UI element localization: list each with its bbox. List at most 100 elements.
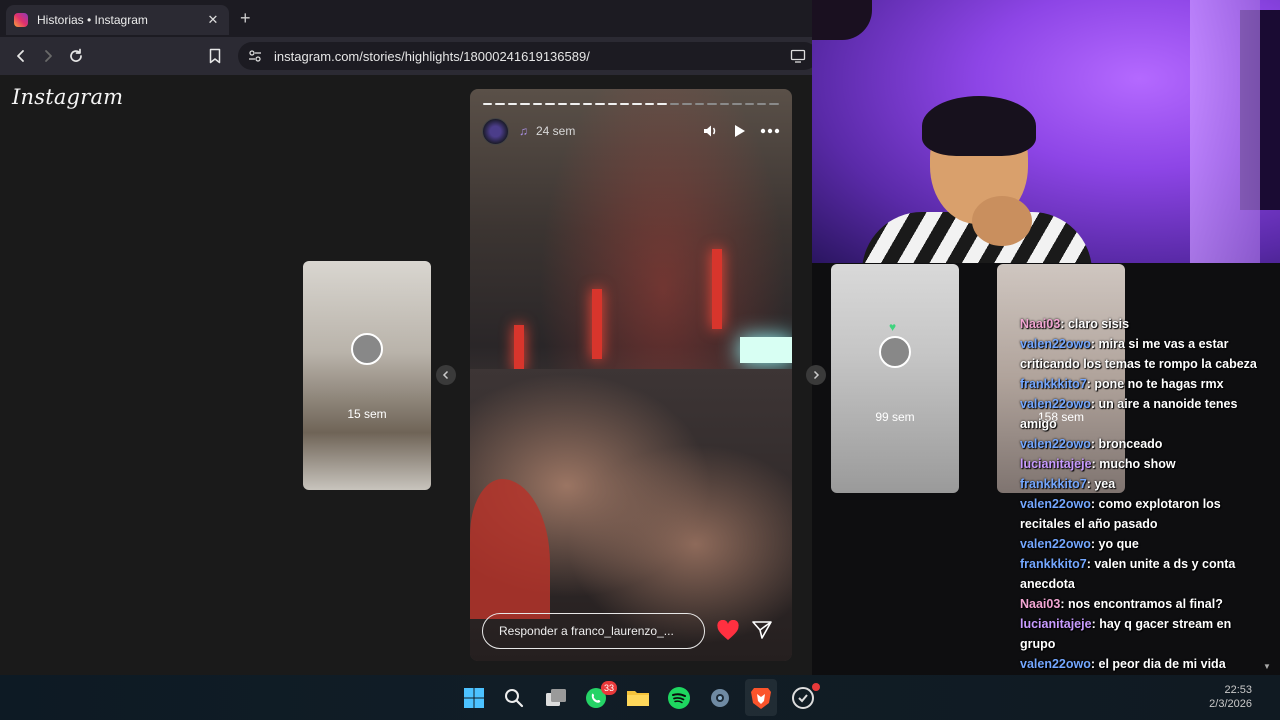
chat-username[interactable]: valen22owo (1020, 537, 1091, 551)
volume-icon[interactable] (703, 124, 719, 138)
chat-separator: : (1060, 317, 1068, 331)
chat-username[interactable]: valen22owo (1020, 337, 1091, 351)
reply-placeholder: Responder a franco_laurenzo_... (499, 624, 674, 638)
stage-light (514, 325, 524, 371)
chat-text: claro sisis (1067, 317, 1130, 331)
progress-segment (657, 103, 667, 105)
bookmark-button[interactable] (202, 43, 228, 69)
webcam-microphone (812, 0, 872, 40)
chat-separator: : (1090, 537, 1099, 551)
chat-username[interactable]: frankkkito7 (1020, 477, 1087, 491)
webcam-streamer-hand (972, 196, 1032, 246)
new-tab-button[interactable]: + (240, 8, 251, 29)
file-explorer-button[interactable] (625, 685, 651, 711)
task-view-button[interactable] (543, 685, 569, 711)
chat-message: valen22owo: yo que (1020, 534, 1270, 554)
story-avatar (351, 333, 383, 365)
story-avatar (879, 336, 911, 368)
brave-lion-icon (751, 688, 771, 709)
search-button[interactable] (501, 685, 527, 711)
chat-username[interactable]: lucianitajeje (1020, 617, 1092, 631)
current-story[interactable]: ♫ 24 sem Responder a franco_laurenzo_... (470, 89, 792, 661)
site-settings-icon[interactable] (248, 49, 262, 63)
story-time-label: 15 sem (347, 407, 387, 421)
forward-button[interactable] (35, 43, 61, 69)
settings-button[interactable] (707, 685, 733, 711)
chat-message: valen22owo: un aire a nanoide tenes amig… (1020, 394, 1270, 434)
previous-story-button[interactable] (436, 365, 456, 385)
progress-segment (545, 103, 555, 105)
tab-instagram[interactable]: Historias • Instagram ✕ (6, 5, 229, 35)
story-header: ♫ 24 sem (482, 117, 780, 145)
spotify-icon (668, 687, 690, 709)
chat-username[interactable]: valen22owo (1020, 497, 1091, 511)
spotify-button[interactable] (666, 685, 692, 711)
progress-segment (756, 103, 767, 105)
notification-app-button[interactable] (790, 683, 820, 711)
chat-message: Naai03: claro sisis (1020, 314, 1270, 334)
previous-story-card[interactable]: 15 sem (303, 261, 431, 490)
like-heart-icon[interactable] (716, 620, 740, 642)
brave-browser-button[interactable] (748, 685, 774, 711)
chat-username[interactable]: frankkkito7 (1020, 557, 1087, 571)
chat-username[interactable]: Naai03 (1020, 317, 1060, 331)
progress-segment (507, 103, 518, 105)
progress-segment (532, 103, 543, 105)
chat-message: valen22owo: mira si me vas a estar criti… (1020, 334, 1270, 374)
chat-separator: : (1090, 497, 1099, 511)
chevron-left-icon (442, 370, 449, 380)
reply-input[interactable]: Responder a franco_laurenzo_... (482, 613, 705, 649)
progress-segment (707, 103, 717, 105)
chat-username[interactable]: lucianitajeje (1020, 457, 1092, 471)
chat-text: pone no te hagas rmx (1094, 377, 1224, 391)
stage-light (712, 249, 722, 329)
story-user-avatar[interactable] (482, 117, 509, 145)
progress-segment (744, 103, 754, 105)
chat-scroll-down-icon[interactable]: ▼ (1263, 662, 1271, 671)
chat-message: frankkkito7: yea (1020, 474, 1270, 494)
progress-segment (619, 103, 630, 105)
play-icon[interactable] (733, 124, 746, 138)
chat-separator: : (1090, 437, 1099, 451)
send-direct-icon[interactable] (751, 620, 773, 640)
notification-dot (812, 683, 820, 691)
chat-text: mucho show (1099, 457, 1176, 471)
chat-text: bronceado (1098, 437, 1163, 451)
address-bar[interactable]: instagram.com/stories/highlights/1800024… (238, 42, 818, 70)
system-clock[interactable]: 22:53 2/3/2026 (1209, 683, 1252, 711)
reload-icon (70, 48, 82, 62)
cast-icon[interactable] (790, 49, 806, 63)
taskbar: 33 22:53 2/3/2026 (0, 675, 1280, 720)
progress-segment (495, 103, 505, 105)
whatsapp-button[interactable]: 33 (583, 681, 617, 711)
chat-username[interactable]: valen22owo (1020, 657, 1091, 671)
progress-segment (769, 103, 779, 105)
reload-button[interactable] (63, 43, 89, 69)
webcam-overlay (812, 0, 1280, 263)
progress-segment (520, 103, 530, 105)
next-story-card[interactable]: ♥ 99 sem (831, 264, 959, 493)
chat-message: valen22owo: como explotaron los recitale… (1020, 494, 1270, 534)
webcam-curtain (1190, 0, 1260, 263)
progress-segment (570, 103, 580, 105)
progress-segment (732, 103, 742, 105)
back-button[interactable] (8, 43, 34, 69)
chat-text: el peor dia de mi vida (1098, 657, 1226, 671)
progress-segment (607, 103, 617, 105)
story-time: 24 sem (536, 124, 576, 138)
story-controls (703, 124, 780, 138)
chat-username[interactable]: frankkkito7 (1020, 377, 1087, 391)
close-tab-icon[interactable]: ✕ (205, 12, 221, 28)
gear-icon (711, 689, 729, 707)
music-note-icon: ♫ (519, 124, 528, 138)
chat-username[interactable]: valen22owo (1020, 437, 1091, 451)
progress-segment (582, 103, 593, 105)
next-story-button[interactable] (806, 365, 826, 385)
instagram-logo[interactable]: Instagram (12, 85, 123, 109)
chat-separator: : (1090, 397, 1099, 411)
start-button[interactable] (461, 685, 487, 711)
chat-text: yea (1094, 477, 1116, 491)
more-options-icon[interactable] (760, 128, 780, 134)
chat-username[interactable]: Naai03 (1020, 597, 1060, 611)
chat-username[interactable]: valen22owo (1020, 397, 1091, 411)
